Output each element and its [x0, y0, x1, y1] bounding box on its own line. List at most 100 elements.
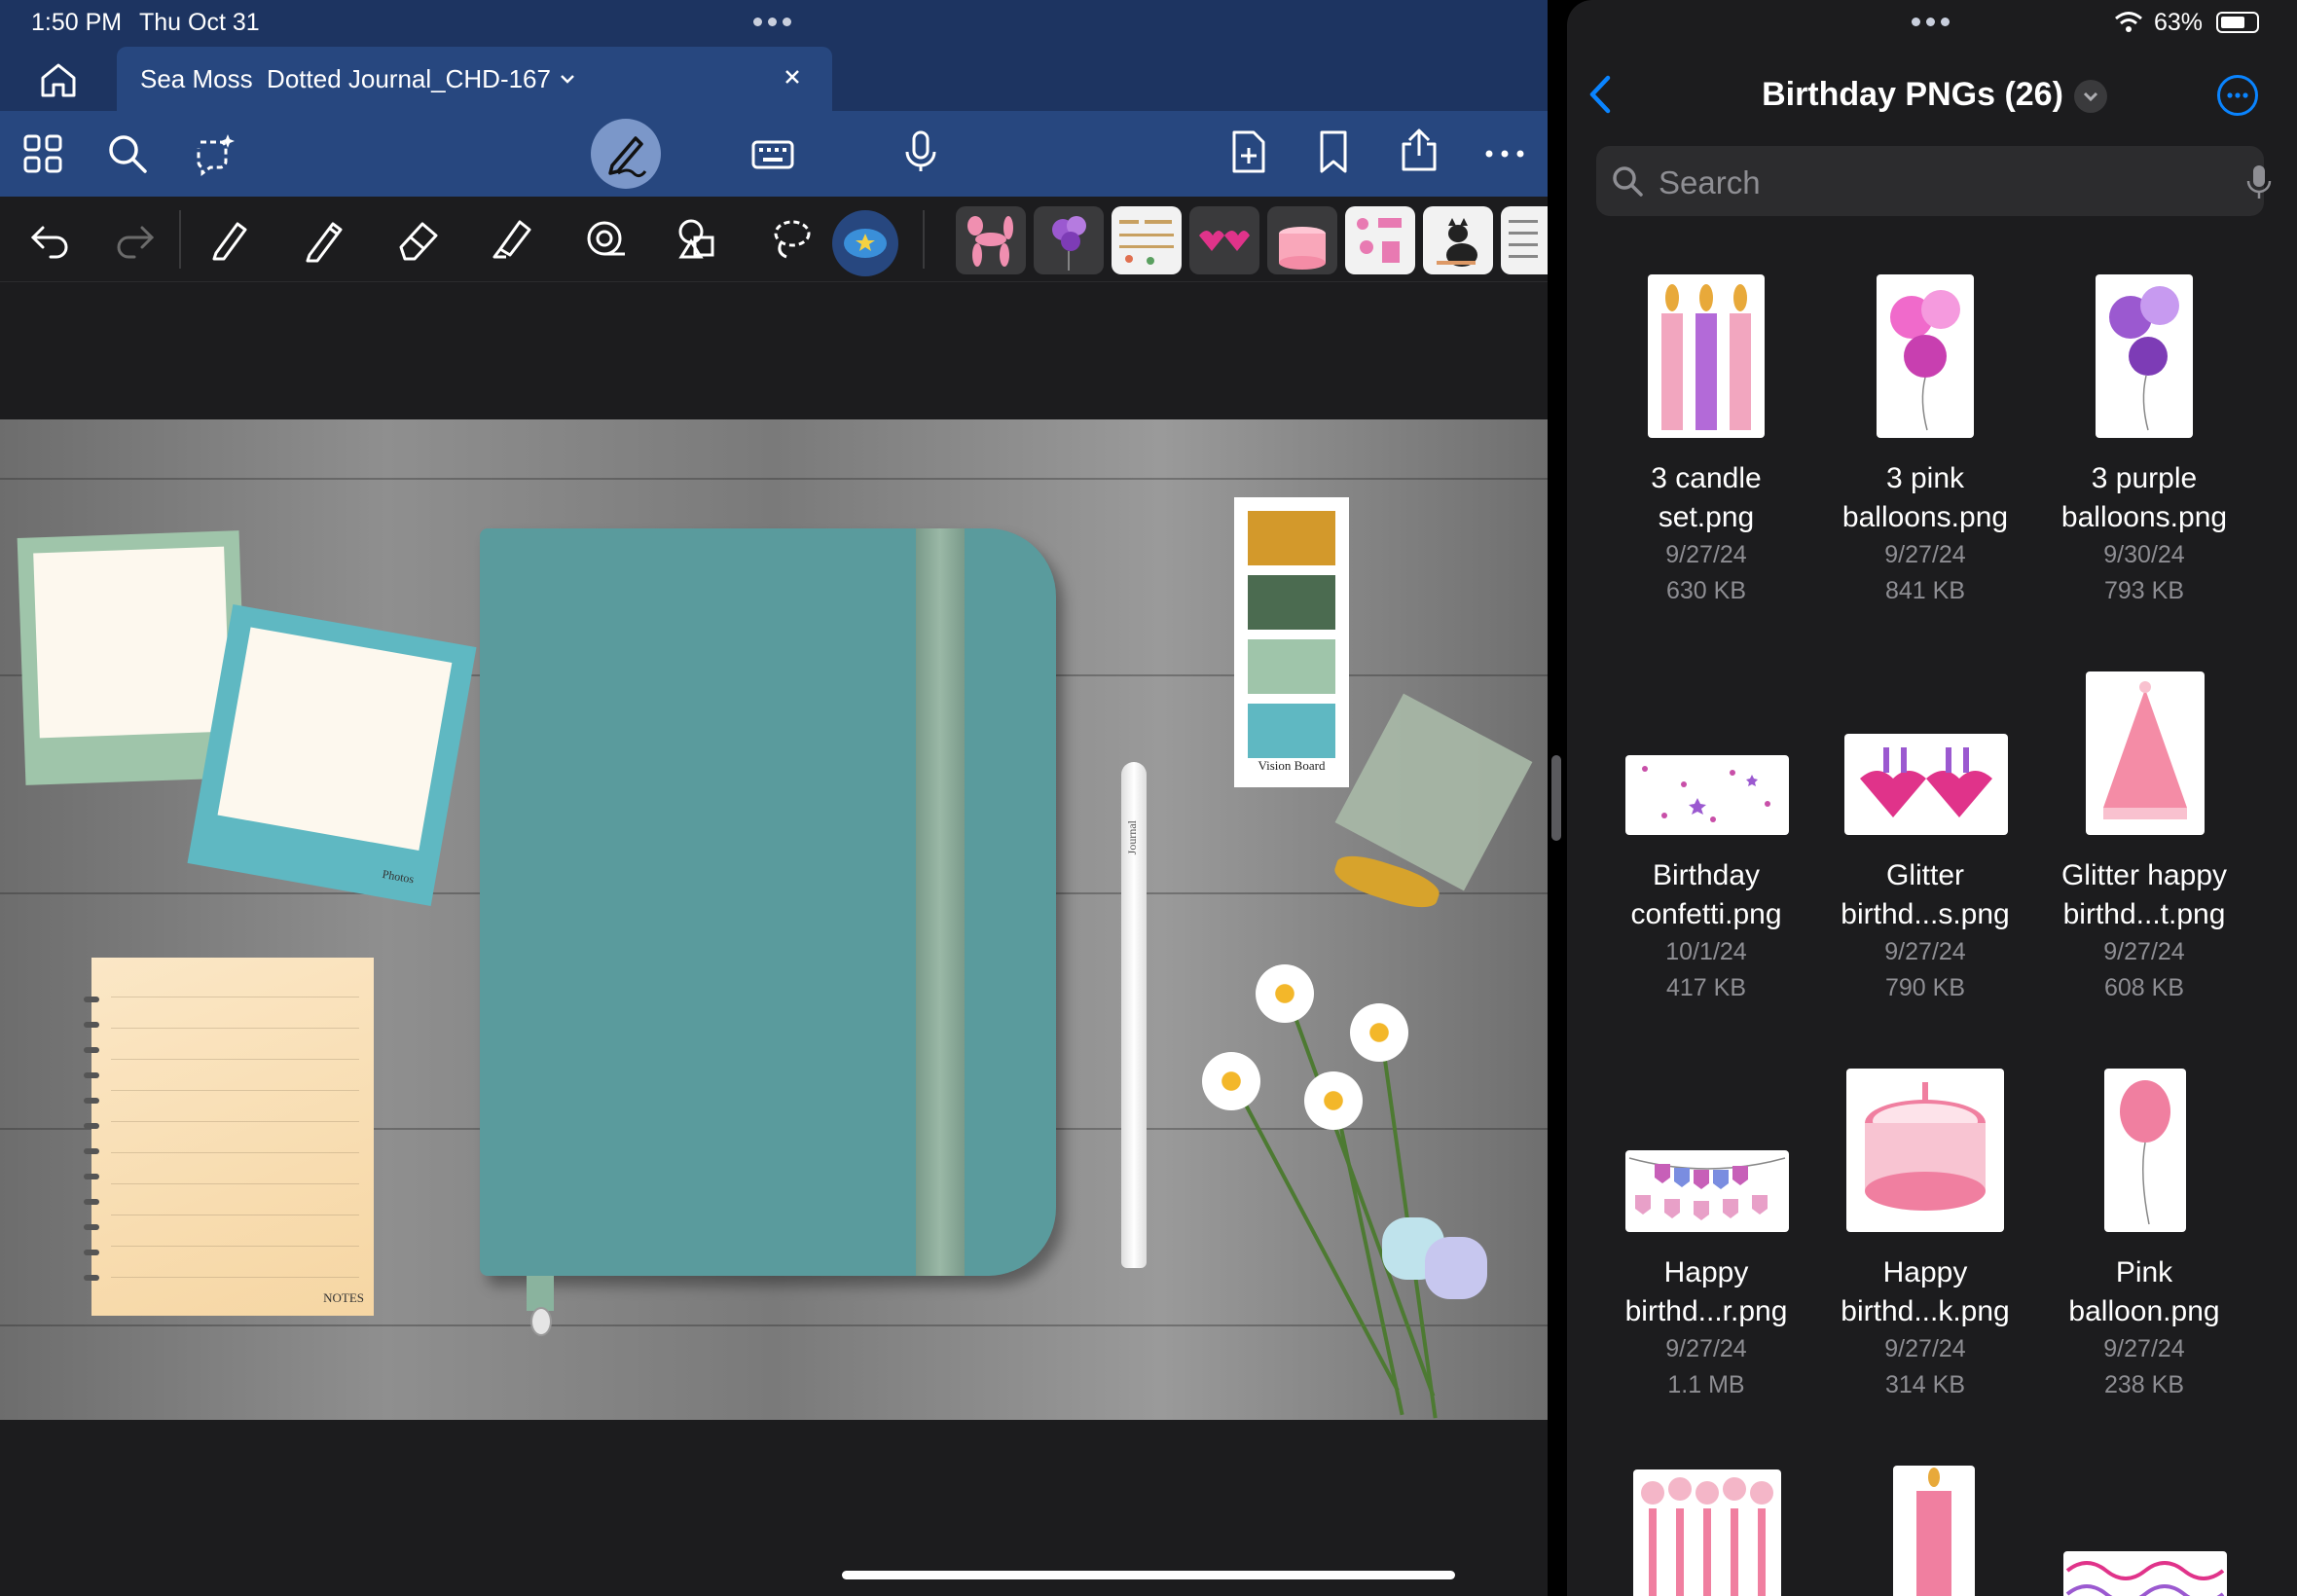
- microphone-icon[interactable]: [897, 128, 944, 175]
- pen-mode-button[interactable]: [591, 119, 661, 189]
- tab-bar: Sea Moss Dotted Journal_CHD-167: [0, 47, 1548, 111]
- redo-icon[interactable]: [111, 214, 160, 263]
- vision-board-color-swatches[interactable]: Vision Board: [1234, 497, 1349, 787]
- document-tab[interactable]: Sea Moss Dotted Journal_CHD-167: [117, 47, 832, 111]
- file-item[interactable]: Happy birthd...r.png 9/27/24 1.1 MB: [1596, 1069, 1816, 1403]
- sticker-pink-set[interactable]: [1345, 206, 1415, 274]
- fountain-pen-icon[interactable]: [206, 214, 255, 263]
- more-options-icon[interactable]: [2217, 75, 2258, 116]
- sticker-icon[interactable]: [832, 210, 898, 276]
- file-thumbnail: [2063, 1551, 2227, 1596]
- vision-board-label: Vision Board: [1258, 758, 1326, 773]
- grid-view-icon[interactable]: [19, 130, 66, 177]
- stylus-pencil[interactable]: Journal: [1121, 762, 1147, 1268]
- folder-options-chevron-icon[interactable]: [2074, 80, 2107, 113]
- tape-icon[interactable]: [580, 214, 629, 263]
- daisy-flower: [1256, 964, 1314, 1023]
- file-size: 841 KB: [1884, 577, 1965, 604]
- file-thumbnail: [1648, 274, 1765, 438]
- file-item[interactable]: [1815, 1466, 2035, 1596]
- file-name: Pink: [2115, 1256, 2173, 1288]
- file-item[interactable]: 3 pink balloons.png 9/27/24 841 KB: [1815, 274, 2035, 609]
- file-thumbnail: [1846, 1069, 2004, 1232]
- wood-plank-line: [0, 478, 1548, 480]
- daisy-flower: [1202, 1052, 1260, 1110]
- file-thumbnail: [2096, 274, 2193, 438]
- file-name: confetti.png: [1630, 898, 1782, 930]
- add-page-icon[interactable]: [1224, 128, 1271, 175]
- file-date: 9/27/24: [2103, 938, 2185, 965]
- home-indicator[interactable]: [842, 1571, 1455, 1579]
- battery-icon: [2216, 12, 2259, 33]
- toolbar-divider: [179, 210, 181, 269]
- keyboard-icon[interactable]: [749, 130, 796, 177]
- split-view-divider[interactable]: [1548, 0, 1567, 1596]
- file-size: 630 KB: [1665, 577, 1746, 604]
- drawing-toolbar: [0, 197, 1548, 282]
- undo-icon[interactable]: [25, 214, 74, 263]
- teal-journal-cover[interactable]: [480, 528, 1056, 1336]
- file-item[interactable]: Birthday confetti.png 10/1/24 417 KB: [1596, 671, 1816, 1006]
- file-size: 790 KB: [1884, 974, 1965, 1001]
- file-thumbnail: [2104, 1069, 2186, 1232]
- ai-select-icon[interactable]: [191, 130, 237, 177]
- wood-plank-line: [0, 1324, 1548, 1326]
- chevron-down-icon[interactable]: [557, 66, 578, 96]
- polaroid-frame-teal[interactable]: Photos: [187, 603, 477, 907]
- swatch-teal: [1248, 704, 1335, 758]
- file-thumbnail: [1625, 1150, 1789, 1232]
- home-icon[interactable]: [37, 60, 80, 99]
- file-item[interactable]: [2034, 1466, 2254, 1596]
- file-thumbnail: [1633, 1469, 1781, 1596]
- folder-title[interactable]: Birthday PNGs (26): [1567, 76, 2258, 114]
- canvas-margin: [0, 283, 1548, 419]
- search-placeholder: Search: [1659, 164, 1761, 200]
- file-name: birthd...r.png: [1624, 1295, 1788, 1327]
- search-field[interactable]: Search: [1596, 146, 2272, 216]
- file-item[interactable]: Glitter birthd...s.png 9/27/24 790 KB: [1815, 671, 2035, 1006]
- journal-elastic-band: [916, 528, 965, 1276]
- dictation-mic-icon[interactable]: [2246, 163, 2272, 200]
- multitasking-dots[interactable]: [753, 18, 791, 26]
- sticker-list-page[interactable]: [1501, 206, 1548, 274]
- search-icon[interactable]: [104, 130, 151, 177]
- file-date: 9/27/24: [2103, 1335, 2185, 1362]
- file-thumbnail: [1877, 274, 1974, 438]
- lasso-icon[interactable]: [767, 214, 816, 263]
- battery-percent: 63%: [2154, 9, 2204, 36]
- file-size: 314 KB: [1884, 1371, 1965, 1398]
- sticker-birthday-cake[interactable]: [1267, 206, 1337, 274]
- split-view-handle[interactable]: [1551, 755, 1561, 841]
- canvas-margin: [0, 1420, 1548, 1596]
- file-name: birthd...k.png: [1841, 1295, 2010, 1327]
- sticker-heart-glasses[interactable]: [1189, 206, 1259, 274]
- sticker-purple-balloons[interactable]: [1034, 206, 1104, 274]
- bookmark-icon[interactable]: [1310, 128, 1357, 175]
- share-icon[interactable]: [1396, 127, 1442, 173]
- file-date: 9/27/24: [1884, 1335, 1966, 1362]
- file-item[interactable]: Glitter happy birthd...t.png 9/27/24 608 …: [2034, 671, 2254, 1006]
- file-name: 3 pink: [1885, 462, 1965, 494]
- sticker-planner-page[interactable]: [1112, 206, 1182, 274]
- file-item[interactable]: Happy birthd...k.png 9/27/24 314 KB: [1815, 1069, 2035, 1403]
- swatch-mustard: [1248, 511, 1335, 565]
- close-tab-icon[interactable]: [779, 63, 806, 97]
- eraser-icon[interactable]: [393, 214, 442, 263]
- notes-paper[interactable]: NOTES: [84, 958, 374, 1316]
- file-thumbnail: [1844, 734, 2008, 835]
- file-item[interactable]: Pink balloon.png 9/27/24 238 KB: [2034, 1069, 2254, 1403]
- files-app-window: 63% Birthday PNGs (26) Search 3 candle se…: [1567, 0, 2297, 1596]
- pencil-icon[interactable]: [300, 214, 348, 263]
- file-size: 238 KB: [2103, 1371, 2184, 1398]
- shapes-icon[interactable]: [674, 214, 722, 263]
- sticker-balloon-dog[interactable]: [956, 206, 1026, 274]
- file-item[interactable]: 3 purple balloons.png 9/30/24 793 KB: [2034, 274, 2254, 609]
- highlighter-icon[interactable]: [487, 214, 535, 263]
- multitasking-dots[interactable]: [1912, 18, 1950, 26]
- notebook-page-canvas[interactable]: Photos NOTES Vision Board Journal: [0, 419, 1548, 1420]
- file-size: 608 KB: [2103, 974, 2184, 1001]
- file-item[interactable]: 3 candle set.png 9/27/24 630 KB: [1596, 274, 1816, 609]
- file-item[interactable]: [1596, 1466, 1816, 1596]
- more-options-icon[interactable]: [1481, 130, 1528, 177]
- sticker-black-cat[interactable]: [1423, 206, 1493, 274]
